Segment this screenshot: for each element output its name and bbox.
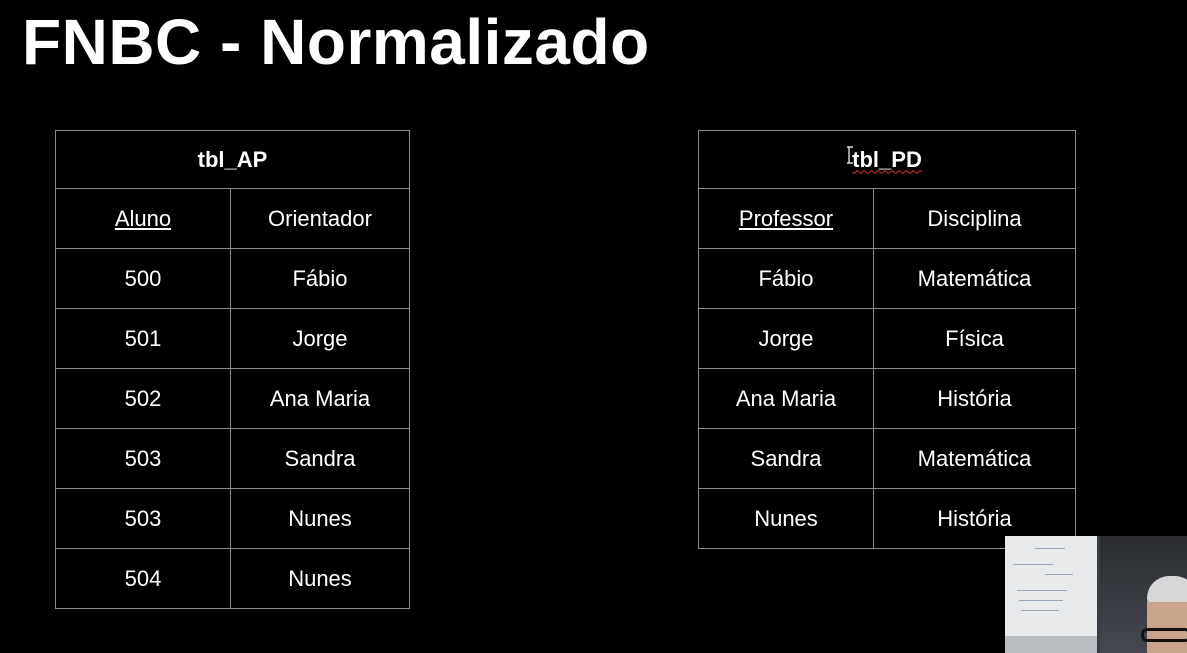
table-row: Fábio Matemática (698, 248, 1076, 309)
cell-professor: Jorge (698, 308, 874, 369)
table-name-text[interactable]: tbl_PD (852, 147, 922, 172)
cell-disciplina: História (873, 368, 1076, 429)
cell-aluno: 501 (55, 308, 231, 369)
cell-orientador: Jorge (230, 308, 410, 369)
table-row: 502 Ana Maria (55, 368, 410, 429)
whiteboard (1005, 536, 1097, 636)
cell-professor: Ana Maria (698, 368, 874, 429)
column-header-disciplina: Disciplina (873, 188, 1076, 249)
column-header-aluno: Aluno (55, 188, 231, 249)
cell-professor: Nunes (698, 488, 874, 549)
cell-aluno: 500 (55, 248, 231, 309)
table-tbl-pd: tbl_PD Professor Disciplina Fábio Matemá… (698, 130, 1076, 549)
table-row: Sandra Matemática (698, 428, 1076, 489)
table-name: tbl_AP (55, 130, 410, 189)
table-row: Ana Maria História (698, 368, 1076, 429)
cell-professor: Sandra (698, 428, 874, 489)
table-row: 503 Nunes (55, 488, 410, 549)
cell-orientador: Nunes (230, 548, 410, 609)
cell-aluno: 503 (55, 488, 231, 549)
table-row: Jorge Física (698, 308, 1076, 369)
cell-disciplina: Física (873, 308, 1076, 369)
cell-orientador: Nunes (230, 488, 410, 549)
table-name[interactable]: tbl_PD (698, 130, 1076, 189)
i-beam-cursor-icon (847, 146, 853, 164)
whiteboard-tray (1005, 636, 1097, 653)
cell-disciplina: Matemática (873, 248, 1076, 309)
cell-aluno: 504 (55, 548, 231, 609)
column-header-professor: Professor (698, 188, 874, 249)
cell-aluno: 502 (55, 368, 231, 429)
cell-orientador: Fábio (230, 248, 410, 309)
table-row: 501 Jorge (55, 308, 410, 369)
cell-aluno: 503 (55, 428, 231, 489)
slide-title: FNBC - Normalizado (22, 6, 650, 78)
column-header-orientador: Orientador (230, 188, 410, 249)
cell-disciplina: Matemática (873, 428, 1076, 489)
webcam-overlay (1005, 536, 1187, 653)
table-header-row: Professor Disciplina (698, 188, 1076, 249)
table-row: 504 Nunes (55, 548, 410, 609)
cell-professor: Fábio (698, 248, 874, 309)
presenter-glasses (1141, 628, 1187, 642)
cell-orientador: Sandra (230, 428, 410, 489)
table-header-row: Aluno Orientador (55, 188, 410, 249)
table-row: 500 Fábio (55, 248, 410, 309)
table-row: 503 Sandra (55, 428, 410, 489)
table-tbl-ap: tbl_AP Aluno Orientador 500 Fábio 501 Jo… (55, 130, 410, 609)
cell-orientador: Ana Maria (230, 368, 410, 429)
